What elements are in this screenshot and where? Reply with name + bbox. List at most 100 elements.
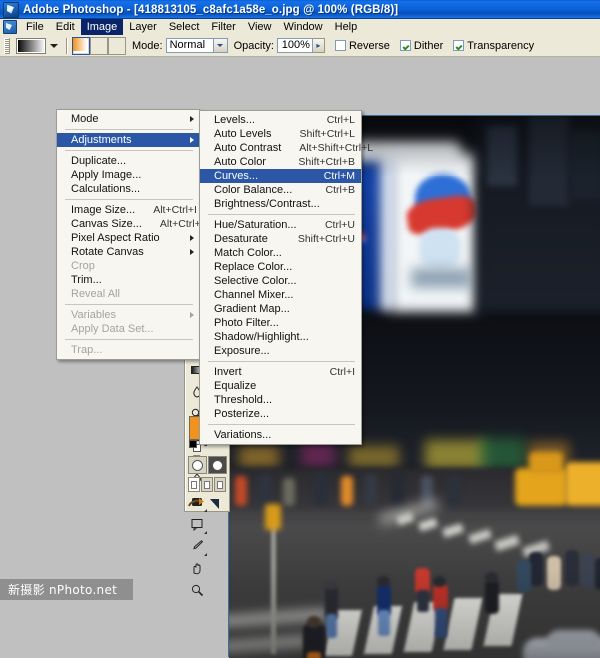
standard-mode-button[interactable] bbox=[188, 456, 207, 474]
menu-layer[interactable]: Layer bbox=[123, 19, 163, 35]
options-bar-grip[interactable] bbox=[4, 37, 10, 54]
notes-tool-icon[interactable] bbox=[186, 513, 208, 535]
menu-item-trim[interactable]: Trim... bbox=[57, 273, 199, 287]
menu-window[interactable]: Window bbox=[278, 19, 329, 35]
menu-item-auto-contrast[interactable]: Auto Contrast Alt+Shift+Ctrl+L bbox=[200, 141, 373, 155]
options-bar: Mode: Normal Opacity: 100% ▸ Reverse Dit… bbox=[0, 35, 600, 57]
eyedropper-tool-icon[interactable] bbox=[186, 535, 208, 557]
menu-accelerator: Ctrl+I bbox=[329, 366, 355, 378]
menu-edit[interactable]: Edit bbox=[50, 19, 81, 35]
menu-item-gradient-map[interactable]: Gradient Map... bbox=[200, 302, 361, 316]
menu-item-apply-data-set: Apply Data Set... bbox=[57, 322, 199, 336]
transparency-checkbox[interactable] bbox=[453, 40, 465, 51]
menu-item-hue-saturation[interactable]: Hue/Saturation... Ctrl+U bbox=[200, 218, 361, 232]
menu-item-threshold[interactable]: Threshold... bbox=[200, 393, 361, 407]
menu-item-match-color[interactable]: Match Color... bbox=[200, 246, 361, 260]
submenu-arrow-icon bbox=[190, 116, 194, 122]
menu-label: Color Balance... bbox=[214, 184, 293, 196]
opacity-stepper-icon[interactable]: ▸ bbox=[312, 38, 325, 53]
watermark: 新摄影 nPhoto.net bbox=[0, 579, 133, 600]
menu-item-curves[interactable]: Curves... Ctrl+M bbox=[200, 169, 361, 183]
menu-item-brightness-contrast[interactable]: Brightness/Contrast... bbox=[200, 197, 361, 211]
submenu-arrow-icon bbox=[190, 312, 194, 318]
chevron-down-icon[interactable] bbox=[50, 43, 58, 48]
standard-screen-mode-button[interactable] bbox=[188, 477, 200, 492]
document-icon[interactable] bbox=[3, 20, 17, 34]
menu-item-calculations[interactable]: Calculations... bbox=[57, 182, 199, 196]
menu-help[interactable]: Help bbox=[329, 19, 364, 35]
dither-checkbox-group[interactable]: Dither bbox=[399, 39, 444, 52]
menu-item-equalize[interactable]: Equalize bbox=[200, 379, 361, 393]
menu-item-rotate-canvas[interactable]: Rotate Canvas bbox=[57, 245, 199, 259]
menu-item-adjustments[interactable]: Adjustments bbox=[57, 133, 199, 147]
quick-mask-mode-button[interactable] bbox=[208, 456, 227, 474]
menu-select[interactable]: Select bbox=[163, 19, 206, 35]
menu-label: Canvas Size... bbox=[71, 218, 142, 230]
menu-separator bbox=[65, 199, 193, 200]
menu-item-auto-color[interactable]: Auto Color Shift+Ctrl+B bbox=[200, 155, 361, 169]
reverse-checkbox[interactable] bbox=[334, 40, 346, 51]
menu-item-apply-image[interactable]: Apply Image... bbox=[57, 168, 199, 182]
submenu-arrow-icon bbox=[190, 249, 194, 255]
menu-label: Gradient Map... bbox=[214, 303, 290, 315]
dither-checkbox[interactable] bbox=[399, 40, 411, 51]
menu-item-levels[interactable]: Levels... Ctrl+L bbox=[200, 113, 361, 127]
reverse-checkbox-group[interactable]: Reverse bbox=[334, 40, 390, 52]
quick-mask-buttons bbox=[188, 456, 228, 474]
full-screen-menubar-mode-button[interactable] bbox=[201, 477, 213, 492]
menu-item-desaturate[interactable]: Desaturate Shift+Ctrl+U bbox=[200, 232, 361, 246]
menu-label: Selective Color... bbox=[214, 275, 297, 287]
menu-item-channel-mixer[interactable]: Channel Mixer... bbox=[200, 288, 361, 302]
menu-view[interactable]: View bbox=[242, 19, 278, 35]
menu-item-duplicate[interactable]: Duplicate... bbox=[57, 154, 199, 168]
menu-item-variations[interactable]: Variations... bbox=[200, 428, 361, 442]
window-title: Adobe Photoshop - [418813105_c8afc1a58e_… bbox=[23, 3, 399, 16]
gradient-preview-swatch[interactable] bbox=[16, 37, 46, 54]
menu-item-replace-color[interactable]: Replace Color... bbox=[200, 260, 361, 274]
menu-accelerator: Shift+Ctrl+B bbox=[298, 156, 355, 168]
menu-item-selective-color[interactable]: Selective Color... bbox=[200, 274, 361, 288]
angle-gradient-button[interactable] bbox=[108, 36, 126, 55]
menu-image[interactable]: Image bbox=[80, 19, 124, 35]
menu-separator bbox=[65, 339, 193, 340]
menu-item-auto-levels[interactable]: Auto Levels Shift+Ctrl+L bbox=[200, 127, 361, 141]
menu-label: Photo Filter... bbox=[214, 317, 279, 329]
jump-to-imageready-icon[interactable] bbox=[188, 496, 228, 511]
hand-tool-icon[interactable] bbox=[186, 557, 208, 579]
menu-label: Pixel Aspect Ratio bbox=[71, 232, 160, 244]
dither-label: Dither bbox=[413, 39, 444, 52]
menu-item-shadow-highlight[interactable]: Shadow/Highlight... bbox=[200, 330, 361, 344]
default-colors-icon[interactable] bbox=[189, 440, 201, 452]
menu-item-image-size[interactable]: Image Size... Alt+Ctrl+I bbox=[57, 203, 199, 217]
menu-item-canvas-size[interactable]: Canvas Size... Alt+Ctrl+C bbox=[57, 217, 208, 231]
full-screen-mode-button[interactable] bbox=[214, 477, 226, 492]
menu-filter[interactable]: Filter bbox=[205, 19, 241, 35]
blend-mode-select[interactable]: Normal bbox=[165, 38, 228, 53]
transparency-label: Transparency bbox=[467, 39, 535, 52]
zoom-tool-icon[interactable] bbox=[186, 579, 208, 601]
menu-label: Desaturate bbox=[214, 233, 268, 245]
menu-item-photo-filter[interactable]: Photo Filter... bbox=[200, 316, 361, 330]
menu-file[interactable]: File bbox=[20, 19, 50, 35]
menu-item-invert[interactable]: Invert Ctrl+I bbox=[200, 365, 361, 379]
chevron-down-icon[interactable] bbox=[212, 39, 227, 52]
menu-separator bbox=[208, 214, 355, 215]
menu-label: Match Color... bbox=[214, 247, 282, 259]
menu-label: Adjustments bbox=[71, 134, 132, 146]
menu-label: Apply Image... bbox=[71, 169, 142, 181]
opacity-value[interactable]: 100% bbox=[276, 38, 313, 53]
menu-item-posterize[interactable]: Posterize... bbox=[200, 407, 361, 421]
photoshop-icon bbox=[3, 1, 19, 18]
transparency-checkbox-group[interactable]: Transparency bbox=[453, 40, 534, 52]
menu-item-color-balance[interactable]: Color Balance... Ctrl+B bbox=[200, 183, 361, 197]
radial-gradient-button[interactable] bbox=[90, 36, 108, 55]
menu-item-mode[interactable]: Mode bbox=[57, 112, 199, 126]
menu-label: Curves... bbox=[214, 170, 259, 182]
menu-item-pixel-aspect-ratio[interactable]: Pixel Aspect Ratio bbox=[57, 231, 199, 245]
linear-gradient-button[interactable] bbox=[72, 36, 90, 55]
submenu-arrow-icon bbox=[190, 137, 194, 143]
menu-label: Posterize... bbox=[214, 408, 270, 420]
menu-label: Duplicate... bbox=[71, 155, 127, 167]
menu-label: Trap... bbox=[71, 344, 103, 356]
menu-item-exposure[interactable]: Exposure... bbox=[200, 344, 361, 358]
